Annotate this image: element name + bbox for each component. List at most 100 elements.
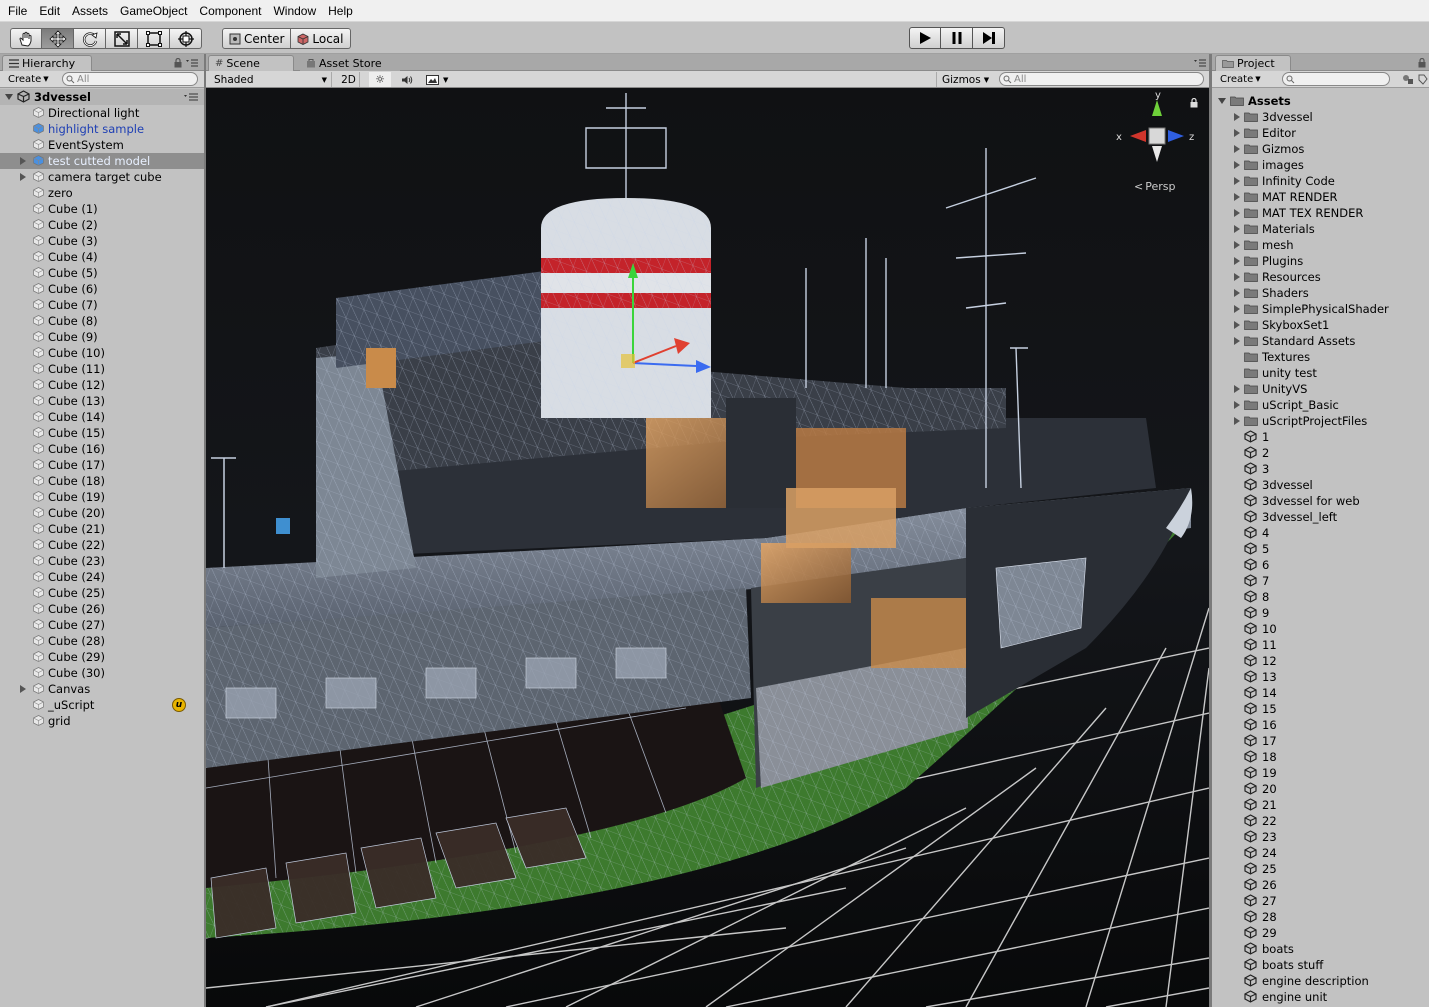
project-folder-item[interactable]: Editor bbox=[1212, 125, 1429, 141]
project-scene-item[interactable]: 25 bbox=[1212, 861, 1429, 877]
project-scene-item[interactable]: 12 bbox=[1212, 653, 1429, 669]
project-scene-item[interactable]: 24 bbox=[1212, 845, 1429, 861]
hierarchy-item[interactable]: Cube (18) bbox=[0, 473, 204, 489]
menu-edit[interactable]: Edit bbox=[33, 4, 66, 18]
filter-by-type-icon[interactable] bbox=[1402, 74, 1414, 85]
hierarchy-item[interactable]: Cube (21) bbox=[0, 521, 204, 537]
project-scene-item[interactable]: 16 bbox=[1212, 717, 1429, 733]
project-scene-item[interactable]: 8 bbox=[1212, 589, 1429, 605]
hierarchy-item[interactable]: Cube (22) bbox=[0, 537, 204, 553]
hierarchy-item[interactable]: Cube (4) bbox=[0, 249, 204, 265]
project-folder-item[interactable]: 3dvessel bbox=[1212, 109, 1429, 125]
expand-arrow-icon[interactable] bbox=[1234, 129, 1240, 137]
move-tool-button[interactable] bbox=[42, 28, 74, 49]
hierarchy-item[interactable]: _uScript u bbox=[0, 697, 204, 713]
lighting-toggle[interactable]: ☼ bbox=[369, 72, 391, 87]
expand-arrow-icon[interactable] bbox=[1234, 385, 1240, 393]
hand-tool-button[interactable] bbox=[10, 28, 42, 49]
panel-menu-icon[interactable] bbox=[186, 59, 198, 67]
expand-arrow-icon[interactable] bbox=[1234, 337, 1240, 345]
shading-mode-dropdown[interactable]: Shaded ▼ bbox=[214, 72, 332, 87]
step-button[interactable] bbox=[973, 27, 1005, 49]
expand-arrow-icon[interactable] bbox=[1218, 98, 1226, 104]
hierarchy-item[interactable]: Cube (19) bbox=[0, 489, 204, 505]
expand-arrow-icon[interactable] bbox=[1234, 209, 1240, 217]
expand-arrow-icon[interactable] bbox=[1234, 321, 1240, 329]
rect-tool-button[interactable] bbox=[138, 28, 170, 49]
project-folder-item[interactable]: UnityVS bbox=[1212, 381, 1429, 397]
gizmo-lock-icon[interactable] bbox=[1190, 98, 1198, 108]
hierarchy-item[interactable]: Cube (7) bbox=[0, 297, 204, 313]
scene-panel-menu-icon[interactable] bbox=[1194, 59, 1206, 67]
project-search-input[interactable] bbox=[1282, 72, 1390, 86]
expand-arrow-icon[interactable] bbox=[20, 685, 26, 693]
project-scene-item[interactable]: 5 bbox=[1212, 541, 1429, 557]
expand-arrow-icon[interactable] bbox=[1234, 145, 1240, 153]
hierarchy-item[interactable]: Cube (24) bbox=[0, 569, 204, 585]
filter-by-label-icon[interactable] bbox=[1418, 74, 1428, 85]
project-scene-item[interactable]: 14 bbox=[1212, 685, 1429, 701]
hierarchy-item[interactable]: Cube (27) bbox=[0, 617, 204, 633]
hierarchy-item[interactable]: camera target cube bbox=[0, 169, 204, 185]
view-orientation-gizmo[interactable]: y x z bbox=[1112, 90, 1202, 184]
scene-root-row[interactable]: 3dvessel bbox=[0, 89, 204, 105]
hierarchy-item[interactable]: Cube (25) bbox=[0, 585, 204, 601]
project-folder-item[interactable]: MAT RENDER bbox=[1212, 189, 1429, 205]
project-folder-item[interactable]: Resources bbox=[1212, 269, 1429, 285]
project-scene-item[interactable]: 28 bbox=[1212, 909, 1429, 925]
hierarchy-item[interactable]: Cube (23) bbox=[0, 553, 204, 569]
project-folder-item[interactable]: Plugins bbox=[1212, 253, 1429, 269]
project-scene-item[interactable]: 10 bbox=[1212, 621, 1429, 637]
scale-tool-button[interactable] bbox=[106, 28, 138, 49]
expand-arrow-icon[interactable] bbox=[1234, 113, 1240, 121]
expand-arrow-icon[interactable] bbox=[20, 173, 26, 181]
project-scene-item[interactable]: 9 bbox=[1212, 605, 1429, 621]
hierarchy-item[interactable]: Cube (10) bbox=[0, 345, 204, 361]
expand-arrow-icon[interactable] bbox=[1234, 289, 1240, 297]
project-scene-item[interactable]: 23 bbox=[1212, 829, 1429, 845]
project-scene-item[interactable]: 18 bbox=[1212, 749, 1429, 765]
hierarchy-item[interactable]: zero bbox=[0, 185, 204, 201]
project-folder-item[interactable]: Gizmos bbox=[1212, 141, 1429, 157]
menu-window[interactable]: Window bbox=[267, 4, 322, 18]
hierarchy-item[interactable]: Canvas bbox=[0, 681, 204, 697]
transform-tool-button[interactable] bbox=[170, 28, 202, 49]
project-scene-item[interactable]: boats stuff bbox=[1212, 957, 1429, 973]
menu-assets[interactable]: Assets bbox=[66, 4, 114, 18]
hierarchy-item[interactable]: Cube (6) bbox=[0, 281, 204, 297]
menu-file[interactable]: File bbox=[0, 4, 33, 18]
expand-arrow-icon[interactable] bbox=[1234, 241, 1240, 249]
hierarchy-item[interactable]: Cube (20) bbox=[0, 505, 204, 521]
project-scene-item[interactable]: 11 bbox=[1212, 637, 1429, 653]
hierarchy-item[interactable]: Cube (3) bbox=[0, 233, 204, 249]
project-scene-item[interactable]: 29 bbox=[1212, 925, 1429, 941]
expand-arrow-icon[interactable] bbox=[5, 94, 13, 100]
project-scene-item[interactable]: 27 bbox=[1212, 893, 1429, 909]
scene-menu-icon[interactable] bbox=[184, 93, 198, 101]
tab-project[interactable]: Project bbox=[1215, 55, 1291, 71]
play-button[interactable] bbox=[909, 27, 941, 49]
expand-arrow-icon[interactable] bbox=[20, 157, 26, 165]
project-scene-item[interactable]: 17 bbox=[1212, 733, 1429, 749]
project-folder-item[interactable]: Infinity Code bbox=[1212, 173, 1429, 189]
project-create-button[interactable]: Create ▼ bbox=[1216, 72, 1265, 86]
expand-arrow-icon[interactable] bbox=[1234, 225, 1240, 233]
expand-arrow-icon[interactable] bbox=[1234, 273, 1240, 281]
project-scene-item[interactable]: 3 bbox=[1212, 461, 1429, 477]
pivot-center-button[interactable]: Center bbox=[222, 28, 292, 49]
menu-gameobject[interactable]: GameObject bbox=[114, 4, 193, 18]
hierarchy-item[interactable]: Cube (5) bbox=[0, 265, 204, 281]
mode-2d-toggle[interactable]: 2D bbox=[338, 72, 360, 87]
effects-dropdown[interactable]: ▼ bbox=[422, 72, 456, 87]
project-folder-item[interactable]: uScript_Basic bbox=[1212, 397, 1429, 413]
tab-asset-store[interactable]: Asset Store bbox=[300, 55, 400, 71]
hierarchy-item[interactable]: Cube (16) bbox=[0, 441, 204, 457]
project-scene-item[interactable]: 15 bbox=[1212, 701, 1429, 717]
expand-arrow-icon[interactable] bbox=[1234, 305, 1240, 313]
project-lock-icon[interactable] bbox=[1418, 58, 1426, 68]
hierarchy-item[interactable]: Cube (15) bbox=[0, 425, 204, 441]
audio-toggle[interactable] bbox=[396, 72, 418, 87]
hierarchy-item[interactable]: Directional light bbox=[0, 105, 204, 121]
hierarchy-item[interactable]: Cube (8) bbox=[0, 313, 204, 329]
hierarchy-item[interactable]: highlight sample bbox=[0, 121, 204, 137]
